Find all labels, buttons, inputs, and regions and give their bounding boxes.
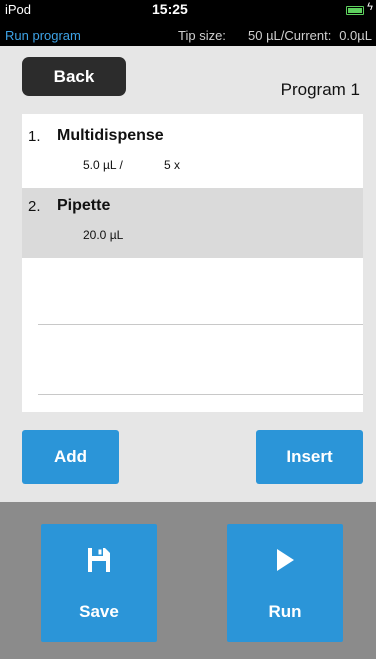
list-item[interactable]: 1. Multidispense 5.0 µL / 5 x	[22, 118, 363, 188]
insert-button[interactable]: Insert	[256, 430, 363, 484]
row-divider	[38, 324, 363, 325]
carrier-label: iPod	[5, 2, 32, 17]
app-name: Run program	[5, 28, 81, 43]
run-button[interactable]: Run	[227, 524, 343, 642]
tip-size-label: Tip size:	[178, 28, 226, 43]
step-volume: 5.0 µL /	[83, 158, 123, 172]
battery-fill	[348, 8, 362, 13]
step-number: 1.	[28, 128, 41, 145]
step-count: 5 x	[164, 158, 181, 172]
clock: 15:25	[152, 1, 188, 17]
bolt-icon: ϟ	[367, 1, 373, 13]
step-name: Pipette	[57, 197, 111, 214]
battery-icon	[346, 6, 364, 15]
save-button[interactable]: Save	[41, 524, 157, 642]
current-label: 50 µL/Current:	[248, 28, 332, 43]
add-button[interactable]: Add	[22, 430, 119, 484]
step-list: 1. Multidispense 5.0 µL / 5 x 2. Pipette…	[22, 114, 363, 412]
current-value: 0.0µL	[339, 28, 372, 43]
back-button[interactable]: Back	[22, 57, 126, 96]
list-item[interactable]: 2. Pipette 20.0 µL	[22, 188, 363, 258]
program-title: Program 1	[280, 80, 360, 99]
play-icon	[227, 548, 343, 578]
save-label: Save	[79, 602, 119, 621]
floppy-disk-icon	[41, 548, 157, 578]
step-number: 2.	[28, 198, 41, 215]
step-volume: 20.0 µL	[83, 228, 124, 242]
run-label: Run	[268, 602, 302, 621]
row-divider	[38, 394, 363, 395]
status-bar: iPod 15:25 ϟ Run program Tip size: 50 µL…	[0, 0, 376, 46]
step-name: Multidispense	[57, 127, 164, 144]
